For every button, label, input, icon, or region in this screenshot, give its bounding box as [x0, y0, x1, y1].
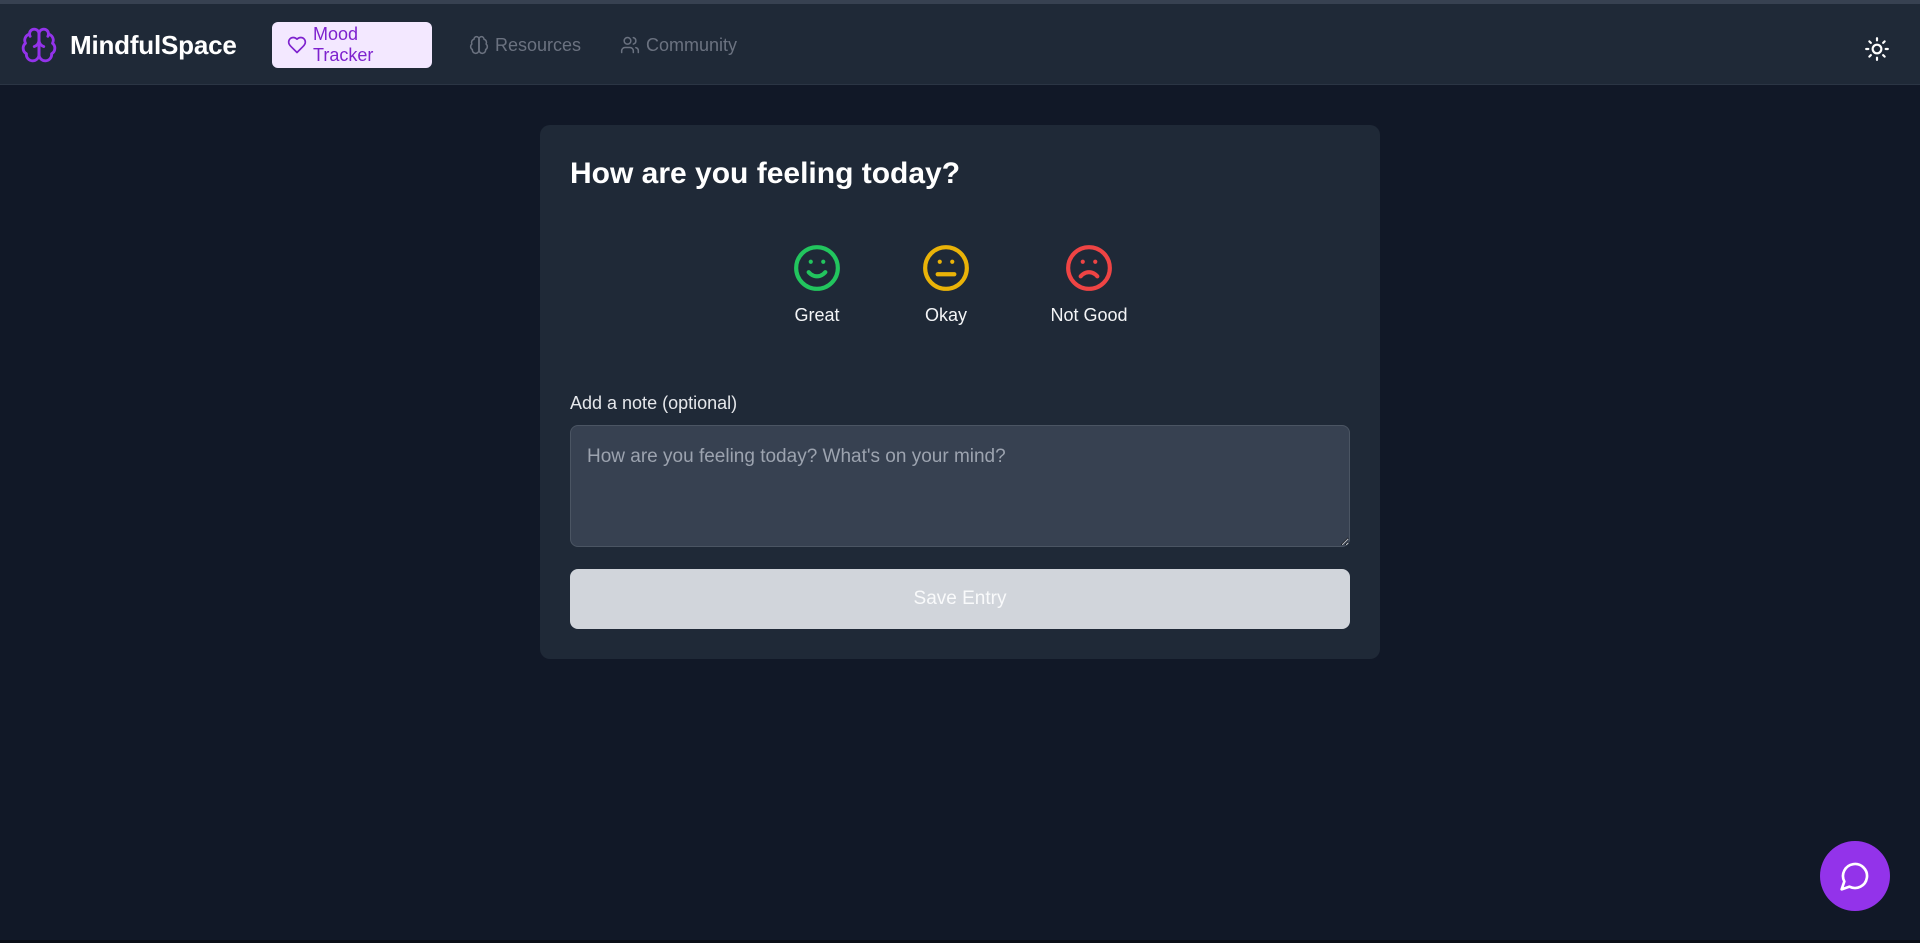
message-circle-icon	[1840, 862, 1869, 891]
smile-icon	[794, 245, 840, 291]
sun-icon	[1865, 37, 1889, 61]
theme-toggle-button[interactable]	[1862, 34, 1892, 64]
brain-icon	[21, 27, 57, 63]
save-entry-button[interactable]: Save Entry	[570, 569, 1350, 629]
nav-mood-tracker-label: Mood Tracker	[313, 24, 374, 65]
mood-card-title: How are you feeling today?	[570, 157, 961, 190]
top-navbar: MindfulSpace Mood Tracker Resources Comm…	[0, 4, 1920, 85]
mood-option-not-good[interactable]: Not Good	[1034, 243, 1144, 326]
heart-icon	[287, 36, 307, 54]
app-logo[interactable]: MindfulSpace	[20, 26, 237, 64]
nav-resources-label: Resources	[495, 34, 582, 55]
brain-icon	[469, 35, 489, 55]
nav-community-label: Community	[646, 34, 738, 55]
meh-icon	[923, 245, 969, 291]
note-textarea[interactable]	[570, 425, 1350, 547]
frown-icon	[1066, 245, 1112, 291]
mood-option-okay[interactable]: Okay	[891, 243, 1001, 326]
nav-resources[interactable]: Resources	[454, 22, 596, 68]
mood-option-okay-label: Okay	[924, 305, 967, 325]
chat-button[interactable]	[1820, 841, 1890, 911]
nav-community[interactable]: Community	[605, 22, 752, 68]
mood-option-not-good-label: Not Good	[1050, 305, 1128, 325]
note-label: Add a note (optional)	[570, 393, 738, 413]
mood-entry-card: How are you feeling today? Great Okay No…	[540, 125, 1380, 659]
nav-mood-tracker[interactable]: Mood Tracker	[272, 22, 432, 68]
mood-option-great[interactable]: Great	[762, 243, 872, 326]
mood-option-great-label: Great	[794, 305, 840, 325]
users-icon	[620, 36, 640, 54]
app-name: MindfulSpace	[70, 29, 237, 60]
